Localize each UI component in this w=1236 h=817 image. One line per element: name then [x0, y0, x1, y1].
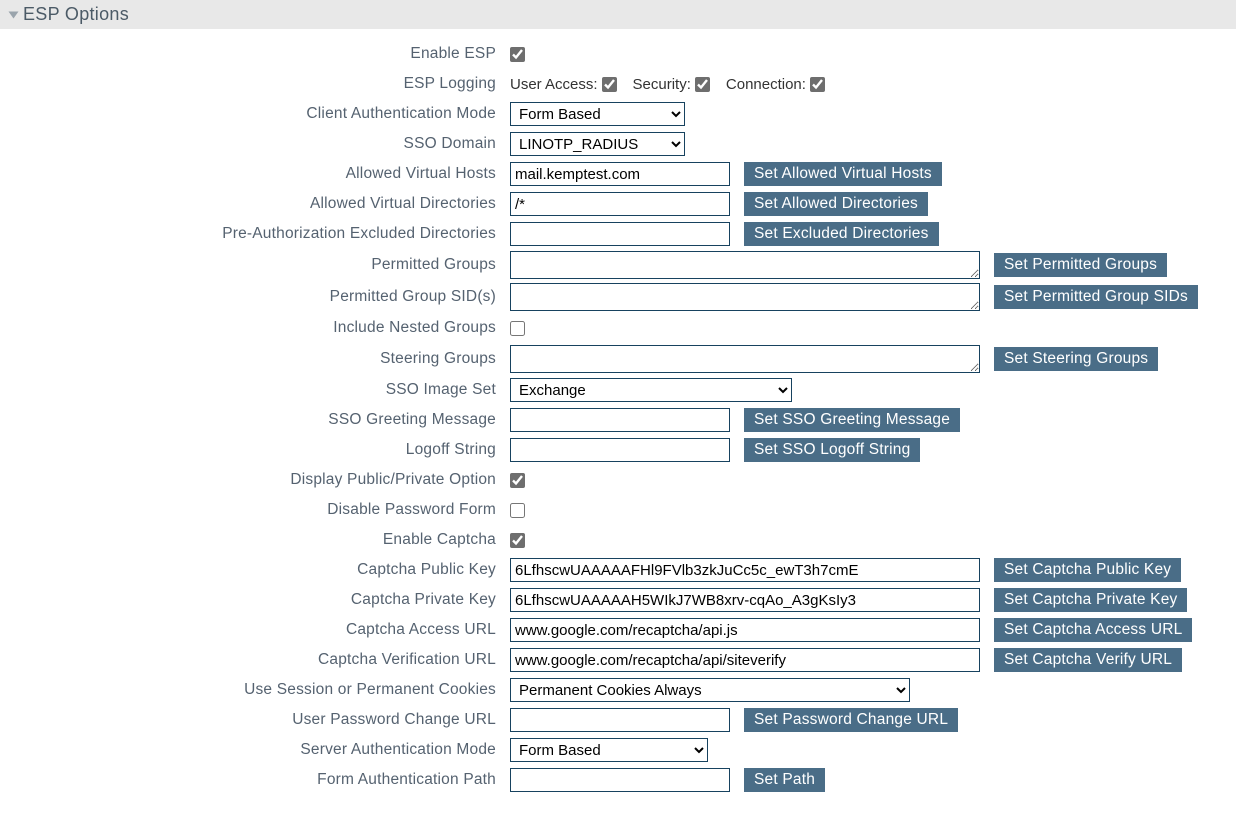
form-area: Enable ESP ESP Logging User Access: Secu…	[0, 29, 1236, 817]
security-group: Security:	[633, 76, 712, 93]
set-allowed-directories-button[interactable]: Set Allowed Directories	[744, 192, 928, 216]
server-auth-mode-select[interactable]: Form Based	[510, 738, 708, 762]
security-checkbox[interactable]	[695, 77, 710, 92]
logoff-string-input[interactable]	[510, 438, 730, 462]
label-enable-captcha: Enable Captcha	[10, 531, 510, 549]
set-permitted-groups-button[interactable]: Set Permitted Groups	[994, 253, 1167, 277]
allowed-virtual-hosts-input[interactable]	[510, 162, 730, 186]
label-esp-logging: ESP Logging	[10, 75, 510, 93]
captcha-public-key-input[interactable]	[510, 558, 980, 582]
set-captcha-public-key-button[interactable]: Set Captcha Public Key	[994, 558, 1181, 582]
display-public-private-checkbox[interactable]	[510, 473, 525, 488]
label-allowed-virtual-hosts: Allowed Virtual Hosts	[10, 165, 510, 183]
permitted-groups-input[interactable]	[510, 251, 980, 279]
set-path-button[interactable]: Set Path	[744, 768, 825, 792]
section-title: ESP Options	[23, 4, 129, 25]
connection-checkbox[interactable]	[810, 77, 825, 92]
collapse-icon	[9, 11, 19, 18]
enable-captcha-checkbox[interactable]	[510, 533, 525, 548]
include-nested-groups-checkbox[interactable]	[510, 321, 525, 336]
label-form-auth-path: Form Authentication Path	[10, 771, 510, 789]
set-sso-greeting-button[interactable]: Set SSO Greeting Message	[744, 408, 960, 432]
disable-password-form-checkbox[interactable]	[510, 503, 525, 518]
sso-domain-select[interactable]: LINOTP_RADIUS	[510, 132, 685, 156]
set-captcha-verify-url-button[interactable]: Set Captcha Verify URL	[994, 648, 1182, 672]
steering-groups-input[interactable]	[510, 345, 980, 373]
label-client-auth-mode: Client Authentication Mode	[10, 105, 510, 123]
label-sso-domain: SSO Domain	[10, 135, 510, 153]
label-captcha-verify-url: Captcha Verification URL	[10, 651, 510, 669]
label-server-auth-mode: Server Authentication Mode	[10, 741, 510, 759]
set-steering-groups-button[interactable]: Set Steering Groups	[994, 347, 1158, 371]
connection-label: Connection:	[726, 76, 806, 93]
label-cookies-mode: Use Session or Permanent Cookies	[10, 681, 510, 699]
label-captcha-access-url: Captcha Access URL	[10, 621, 510, 639]
label-captcha-private-key: Captcha Private Key	[10, 591, 510, 609]
label-permitted-groups: Permitted Groups	[10, 256, 510, 274]
label-disable-password-form: Disable Password Form	[10, 501, 510, 519]
sso-image-set-select[interactable]: Exchange	[510, 378, 792, 402]
set-password-change-url-button[interactable]: Set Password Change URL	[744, 708, 958, 732]
user-access-checkbox[interactable]	[602, 77, 617, 92]
enable-esp-checkbox[interactable]	[510, 47, 525, 62]
permitted-group-sids-input[interactable]	[510, 283, 980, 311]
captcha-access-url-input[interactable]	[510, 618, 980, 642]
captcha-verify-url-input[interactable]	[510, 648, 980, 672]
label-logoff-string: Logoff String	[10, 441, 510, 459]
label-include-nested-groups: Include Nested Groups	[10, 319, 510, 337]
cookies-mode-select[interactable]: Permanent Cookies Always	[510, 678, 910, 702]
captcha-private-key-input[interactable]	[510, 588, 980, 612]
section-header[interactable]: ESP Options	[0, 0, 1236, 29]
label-sso-greeting: SSO Greeting Message	[10, 411, 510, 429]
preauth-excluded-dirs-input[interactable]	[510, 222, 730, 246]
label-enable-esp: Enable ESP	[10, 45, 510, 63]
client-auth-mode-select[interactable]: Form Based	[510, 102, 685, 126]
label-preauth-excluded-dirs: Pre-Authorization Excluded Directories	[10, 225, 510, 243]
label-display-public-private: Display Public/Private Option	[10, 471, 510, 489]
security-label: Security:	[633, 76, 691, 93]
sso-greeting-input[interactable]	[510, 408, 730, 432]
user-access-group: User Access:	[510, 76, 619, 93]
label-user-pw-change-url: User Password Change URL	[10, 711, 510, 729]
label-steering-groups: Steering Groups	[10, 350, 510, 368]
set-captcha-access-url-button[interactable]: Set Captcha Access URL	[994, 618, 1192, 642]
allowed-virtual-dirs-input[interactable]	[510, 192, 730, 216]
form-auth-path-input[interactable]	[510, 768, 730, 792]
set-excluded-directories-button[interactable]: Set Excluded Directories	[744, 222, 939, 246]
set-captcha-private-key-button[interactable]: Set Captcha Private Key	[994, 588, 1187, 612]
label-allowed-virtual-dirs: Allowed Virtual Directories	[10, 195, 510, 213]
label-permitted-group-sids: Permitted Group SID(s)	[10, 288, 510, 306]
set-permitted-group-sids-button[interactable]: Set Permitted Group SIDs	[994, 285, 1198, 309]
user-pw-change-url-input[interactable]	[510, 708, 730, 732]
set-allowed-virtual-hosts-button[interactable]: Set Allowed Virtual Hosts	[744, 162, 942, 186]
user-access-label: User Access:	[510, 76, 598, 93]
label-sso-image-set: SSO Image Set	[10, 381, 510, 399]
connection-group: Connection:	[726, 76, 827, 93]
set-sso-logoff-button[interactable]: Set SSO Logoff String	[744, 438, 920, 462]
label-captcha-public-key: Captcha Public Key	[10, 561, 510, 579]
